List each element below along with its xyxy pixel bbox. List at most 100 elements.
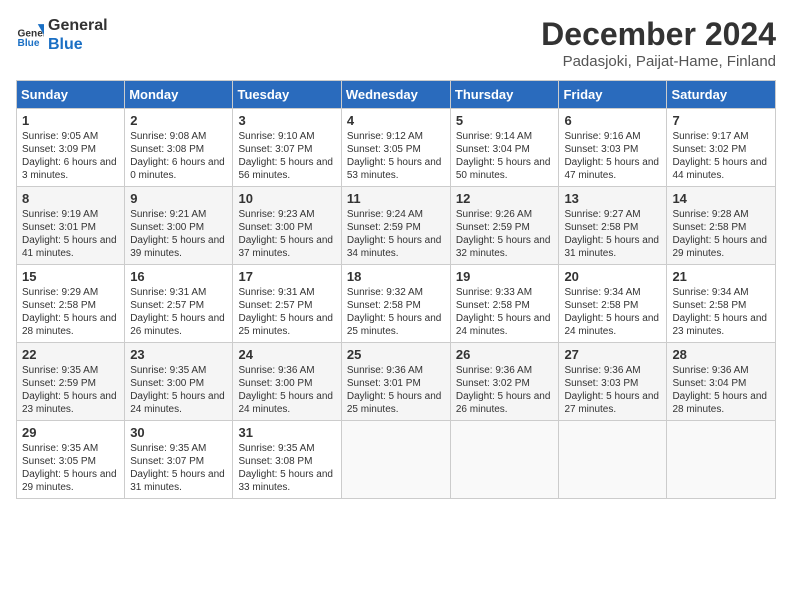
calendar-cell: 12Sunrise: 9:26 AMSunset: 2:59 PMDayligh… <box>450 187 559 265</box>
day-info: Sunrise: 9:26 AM <box>456 208 554 221</box>
title-block: December 2024 Padasjoki, Paijat-Hame, Fi… <box>541 16 776 70</box>
day-info: Daylight: 5 hours and 29 minutes. <box>672 234 770 260</box>
day-info: Sunrise: 9:35 AM <box>22 442 119 455</box>
calendar-cell: 14Sunrise: 9:28 AMSunset: 2:58 PMDayligh… <box>667 187 776 265</box>
day-info: Sunrise: 9:34 AM <box>564 286 661 299</box>
day-info: Sunrise: 9:14 AM <box>456 130 554 143</box>
day-info: Sunrise: 9:36 AM <box>672 364 770 377</box>
day-info: Daylight: 5 hours and 24 minutes. <box>130 390 227 416</box>
day-info: Sunrise: 9:35 AM <box>130 442 227 455</box>
page-header: General Blue General Blue December 2024 … <box>16 16 776 70</box>
calendar-cell: 9Sunrise: 9:21 AMSunset: 3:00 PMDaylight… <box>125 187 233 265</box>
svg-text:Blue: Blue <box>18 38 40 49</box>
day-info: Sunset: 3:05 PM <box>347 143 445 156</box>
day-info: Sunset: 2:58 PM <box>564 299 661 312</box>
calendar-cell: 31Sunrise: 9:35 AMSunset: 3:08 PMDayligh… <box>233 421 341 499</box>
day-number: 16 <box>130 269 227 284</box>
day-info: Daylight: 6 hours and 3 minutes. <box>22 156 119 182</box>
logo-text-blue: Blue <box>48 35 108 54</box>
calendar-cell: 21Sunrise: 9:34 AMSunset: 2:58 PMDayligh… <box>667 265 776 343</box>
logo-icon: General Blue <box>16 21 44 49</box>
day-info: Daylight: 5 hours and 27 minutes. <box>564 390 661 416</box>
calendar-cell <box>341 421 450 499</box>
day-info: Sunset: 3:02 PM <box>456 377 554 390</box>
day-number: 27 <box>564 347 661 362</box>
day-number: 19 <box>456 269 554 284</box>
day-info: Sunset: 2:58 PM <box>564 221 661 234</box>
day-info: Daylight: 5 hours and 32 minutes. <box>456 234 554 260</box>
calendar-cell: 23Sunrise: 9:35 AMSunset: 3:00 PMDayligh… <box>125 343 233 421</box>
day-info: Daylight: 5 hours and 24 minutes. <box>564 312 661 338</box>
calendar-cell: 16Sunrise: 9:31 AMSunset: 2:57 PMDayligh… <box>125 265 233 343</box>
day-info: Daylight: 5 hours and 25 minutes. <box>238 312 335 338</box>
day-info: Sunset: 3:00 PM <box>238 221 335 234</box>
day-info: Sunrise: 9:16 AM <box>564 130 661 143</box>
logo: General Blue General Blue <box>16 16 108 54</box>
day-info: Sunset: 3:03 PM <box>564 143 661 156</box>
day-info: Daylight: 5 hours and 23 minutes. <box>22 390 119 416</box>
day-info: Daylight: 5 hours and 31 minutes. <box>130 468 227 494</box>
weekday-header-row: SundayMondayTuesdayWednesdayThursdayFrid… <box>17 81 776 109</box>
calendar-cell: 26Sunrise: 9:36 AMSunset: 3:02 PMDayligh… <box>450 343 559 421</box>
calendar-week-4: 22Sunrise: 9:35 AMSunset: 2:59 PMDayligh… <box>17 343 776 421</box>
calendar-cell: 20 Sunrise: 9:34 AMSunset: 2:58 PMDayligh… <box>559 265 667 343</box>
day-info: Daylight: 5 hours and 50 minutes. <box>456 156 554 182</box>
calendar-week-3: 15Sunrise: 9:29 AMSunset: 2:58 PMDayligh… <box>17 265 776 343</box>
day-info: Sunrise: 9:31 AM <box>238 286 335 299</box>
day-number: 24 <box>238 347 335 362</box>
day-info: Sunrise: 9:36 AM <box>347 364 445 377</box>
day-info: Sunset: 3:05 PM <box>22 455 119 468</box>
day-info: Sunset: 3:00 PM <box>130 377 227 390</box>
calendar-table: SundayMondayTuesdayWednesdayThursdayFrid… <box>16 80 776 499</box>
day-number: 20 <box>564 269 661 284</box>
day-info: Sunset: 3:09 PM <box>22 143 119 156</box>
main-title: December 2024 <box>541 16 776 53</box>
logo-text-general: General <box>48 16 108 35</box>
calendar-cell: 3Sunrise: 9:10 AMSunset: 3:07 PMDaylight… <box>233 109 341 187</box>
weekday-header-thursday: Thursday <box>450 81 559 109</box>
weekday-header-saturday: Saturday <box>667 81 776 109</box>
day-info: Daylight: 5 hours and 31 minutes. <box>564 234 661 260</box>
weekday-header-tuesday: Tuesday <box>233 81 341 109</box>
calendar-week-5: 29Sunrise: 9:35 AMSunset: 3:05 PMDayligh… <box>17 421 776 499</box>
day-info: Sunrise: 9:27 AM <box>564 208 661 221</box>
day-info: Sunset: 2:58 PM <box>456 299 554 312</box>
day-info: Daylight: 5 hours and 33 minutes. <box>238 468 335 494</box>
day-info: Sunset: 3:04 PM <box>672 377 770 390</box>
day-info: Daylight: 5 hours and 25 minutes. <box>347 390 445 416</box>
calendar-cell: 15Sunrise: 9:29 AMSunset: 2:58 PMDayligh… <box>17 265 125 343</box>
day-number: 4 <box>347 113 445 128</box>
day-info: Sunrise: 9:10 AM <box>238 130 335 143</box>
day-info: Daylight: 5 hours and 25 minutes. <box>347 312 445 338</box>
calendar-cell <box>559 421 667 499</box>
day-info: Sunrise: 9:21 AM <box>130 208 227 221</box>
day-info: Sunrise: 9:05 AM <box>22 130 119 143</box>
day-number: 14 <box>672 191 770 206</box>
day-info: Daylight: 5 hours and 26 minutes. <box>456 390 554 416</box>
day-info: Sunrise: 9:35 AM <box>238 442 335 455</box>
day-number: 15 <box>22 269 119 284</box>
calendar-week-1: 1Sunrise: 9:05 AMSunset: 3:09 PMDaylight… <box>17 109 776 187</box>
day-info: Daylight: 5 hours and 47 minutes. <box>564 156 661 182</box>
day-number: 3 <box>238 113 335 128</box>
day-info: Daylight: 5 hours and 26 minutes. <box>130 312 227 338</box>
day-info: Sunrise: 9:32 AM <box>347 286 445 299</box>
day-info: Sunrise: 9:34 AM <box>672 286 770 299</box>
calendar-cell: 13Sunrise: 9:27 AMSunset: 2:58 PMDayligh… <box>559 187 667 265</box>
day-info: Sunrise: 9:36 AM <box>564 364 661 377</box>
calendar-cell: 19Sunrise: 9:33 AMSunset: 2:58 PMDayligh… <box>450 265 559 343</box>
day-info: Sunrise: 9:36 AM <box>456 364 554 377</box>
calendar-cell: 11Sunrise: 9:24 AMSunset: 2:59 PMDayligh… <box>341 187 450 265</box>
day-info: Sunrise: 9:17 AM <box>672 130 770 143</box>
calendar-cell: 7Sunrise: 9:17 AMSunset: 3:02 PMDaylight… <box>667 109 776 187</box>
calendar-cell: 18Sunrise: 9:32 AMSunset: 2:58 PMDayligh… <box>341 265 450 343</box>
day-info: Sunrise: 9:24 AM <box>347 208 445 221</box>
day-info: Sunset: 2:57 PM <box>130 299 227 312</box>
day-info: Sunset: 2:57 PM <box>238 299 335 312</box>
day-info: Sunrise: 9:19 AM <box>22 208 119 221</box>
day-number: 25 <box>347 347 445 362</box>
day-info: Daylight: 6 hours and 0 minutes. <box>130 156 227 182</box>
day-info: Sunset: 2:59 PM <box>22 377 119 390</box>
day-number: 21 <box>672 269 770 284</box>
day-info: Sunset: 3:04 PM <box>456 143 554 156</box>
